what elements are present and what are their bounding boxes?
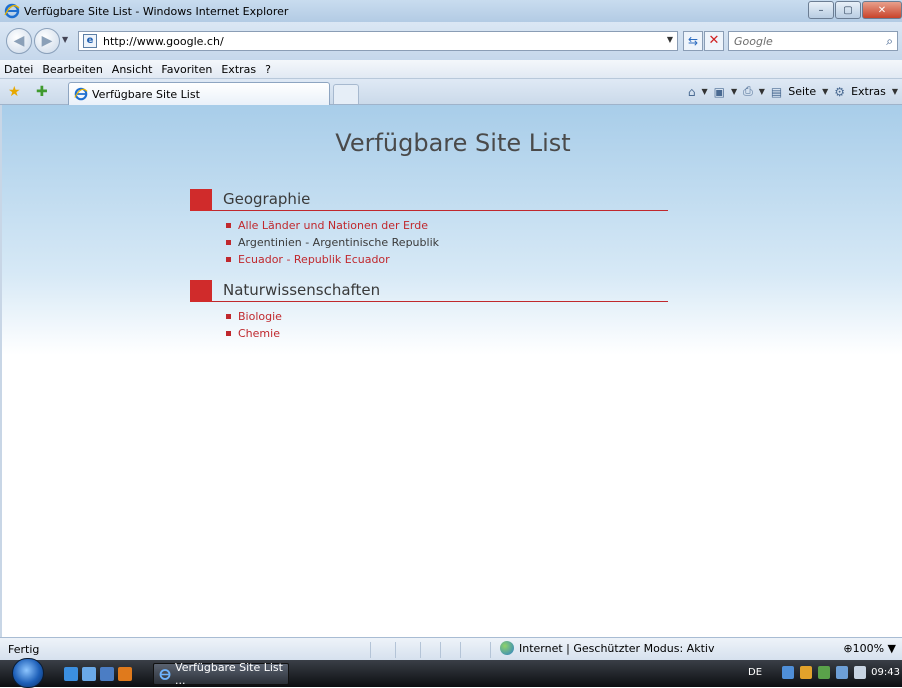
page-icon: e — [83, 34, 97, 48]
page-title: Verfügbare Site List — [335, 129, 571, 157]
home-icon[interactable]: ⌂ — [688, 85, 696, 99]
feeds-dropdown-icon[interactable]: ▼ — [731, 87, 737, 96]
tab-label: Verfügbare Site List — [92, 87, 200, 101]
section-marker — [190, 280, 212, 302]
back-arrow-icon[interactable]: ◀ — [6, 28, 32, 54]
menu-item-extras[interactable]: Extras — [221, 63, 256, 76]
tab-bar: ★ ✚ Verfügbare Site List ⌂ ▼ ▣ ▼ ⎙ ▼ ▤ S… — [0, 79, 902, 105]
zone-text: Internet | Geschützter Modus: Aktiv — [519, 641, 715, 655]
list-item-link[interactable]: Alle Länder und Nationen der Erde — [226, 217, 668, 234]
security-zone[interactable]: Internet | Geschützter Modus: Aktiv — [500, 641, 714, 655]
quicklaunch-switch-icon[interactable] — [100, 667, 114, 681]
zoom-icon: ⊕ — [843, 642, 853, 655]
tray-update-icon[interactable] — [818, 666, 830, 679]
quicklaunch-desktop-icon[interactable] — [82, 667, 96, 681]
start-button[interactable] — [12, 658, 44, 688]
ie-window: Verfügbare Site List - Windows Internet … — [0, 0, 902, 688]
navigation-bar: ◀ ▶ ▼ e http://www.google.ch/ ▼ ⇆ ✕ Goog… — [0, 22, 902, 60]
clock[interactable]: 09:43 — [871, 667, 900, 678]
menu-item-bearbeiten[interactable]: Bearbeiten — [42, 63, 102, 76]
quicklaunch-media-icon[interactable] — [118, 667, 132, 681]
taskbar: Verfügbare Site List ... DE 09:43 — [0, 658, 902, 688]
search-input[interactable]: Google ⌕ — [728, 31, 898, 51]
tray-security-icon[interactable] — [800, 666, 812, 679]
status-divider — [395, 642, 396, 658]
menu-item-favoriten[interactable]: Favoriten — [161, 63, 212, 76]
section-header: Naturwissenschaften — [190, 280, 668, 302]
close-button[interactable]: ✕ — [862, 1, 902, 19]
section-naturwissenschaften: Naturwissenschaften Biologie Chemie — [190, 280, 668, 342]
window-title: Verfügbare Site List - Windows Internet … — [24, 4, 289, 18]
menu-item-datei[interactable]: Datei — [4, 63, 33, 76]
favorites-star-icon[interactable]: ★ — [8, 84, 21, 100]
section-header: Geographie — [190, 189, 668, 211]
minimize-button[interactable]: – — [808, 1, 834, 19]
history-dropdown-icon[interactable]: ▼ — [62, 35, 68, 44]
tray-network-icon[interactable] — [782, 666, 794, 679]
print-icon[interactable]: ⎙ — [743, 84, 753, 99]
forward-arrow-icon[interactable]: ▶ — [34, 28, 60, 54]
zoom-level: 100% — [852, 642, 885, 655]
list-item: Argentinien - Argentinische Republik — [226, 234, 668, 251]
refresh-icon[interactable]: ⇆ — [683, 31, 703, 51]
address-dropdown-icon[interactable]: ▼ — [667, 35, 673, 44]
section-list: Biologie Chemie — [226, 308, 668, 342]
tab-active[interactable]: Verfügbare Site List — [68, 82, 330, 105]
home-dropdown-icon[interactable]: ▼ — [701, 87, 707, 96]
status-text: Fertig — [8, 642, 40, 656]
globe-icon — [500, 641, 514, 655]
status-divider — [460, 642, 461, 658]
print-dropdown-icon[interactable]: ▼ — [759, 87, 765, 96]
section-geographie: Geographie Alle Länder und Nationen der … — [190, 189, 668, 268]
new-tab-button[interactable] — [333, 84, 359, 104]
zoom-control[interactable]: ⊕100% ▼ — [843, 642, 896, 655]
maximize-button[interactable]: ▢ — [835, 1, 861, 19]
status-bar: Fertig Internet | Geschützter Modus: Akt… — [0, 637, 902, 660]
tools-menu-button[interactable]: Extras — [851, 85, 886, 98]
internet-explorer-icon — [74, 87, 88, 101]
url-text[interactable]: http://www.google.ch/ — [103, 35, 224, 48]
volume-icon[interactable] — [854, 666, 866, 679]
section-title: Geographie — [223, 190, 311, 208]
window-controls: – ▢ ✕ — [807, 1, 902, 19]
quicklaunch-ie-icon[interactable] — [64, 667, 78, 681]
internet-explorer-icon — [4, 3, 20, 19]
address-bar[interactable]: e http://www.google.ch/ ▼ — [78, 31, 678, 51]
page-menu-button[interactable]: Seite — [788, 85, 816, 98]
search-icon[interactable]: ⌕ — [886, 34, 893, 49]
section-marker — [190, 189, 212, 211]
language-indicator[interactable]: DE — [748, 667, 762, 678]
page-content: Verfügbare Site List Geographie Alle Län… — [0, 105, 902, 637]
gear-icon: ⚙ — [834, 84, 846, 99]
taskbar-item-label: Verfügbare Site List ... — [175, 661, 283, 687]
feeds-icon[interactable]: ▣ — [714, 85, 725, 99]
tools-dropdown-icon[interactable]: ▼ — [892, 87, 898, 96]
section-title: Naturwissenschaften — [223, 281, 381, 299]
search-placeholder: Google — [734, 34, 773, 48]
system-tray — [782, 666, 872, 679]
menu-item-help[interactable]: ? — [265, 63, 271, 76]
section-list: Alle Länder und Nationen der Erde Argent… — [226, 217, 668, 268]
menu-bar: Datei Bearbeiten Ansicht Favoriten Extra… — [0, 60, 902, 79]
status-divider — [370, 642, 371, 658]
stop-icon[interactable]: ✕ — [704, 31, 724, 51]
command-bar: ⌂ ▼ ▣ ▼ ⎙ ▼ ▤ Seite ▼ ⚙ Extras ▼ — [682, 84, 898, 99]
list-item-link[interactable]: Ecuador - Republik Ecuador — [226, 251, 668, 268]
list-item-link[interactable]: Chemie — [226, 325, 668, 342]
status-divider — [420, 642, 421, 658]
list-item-link[interactable]: Biologie — [226, 308, 668, 325]
add-favorites-icon[interactable]: ✚ — [36, 84, 48, 100]
page-dropdown-icon[interactable]: ▼ — [822, 87, 828, 96]
status-divider — [440, 642, 441, 658]
zoom-dropdown-icon[interactable]: ▼ — [888, 642, 896, 655]
internet-explorer-icon — [159, 668, 171, 680]
title-bar: Verfügbare Site List - Windows Internet … — [0, 0, 902, 22]
taskbar-item-ie[interactable]: Verfügbare Site List ... — [153, 661, 289, 687]
status-divider — [490, 642, 491, 658]
tray-display-icon[interactable] — [836, 666, 848, 679]
menu-item-ansicht[interactable]: Ansicht — [112, 63, 153, 76]
page-menu-icon: ▤ — [770, 84, 783, 99]
